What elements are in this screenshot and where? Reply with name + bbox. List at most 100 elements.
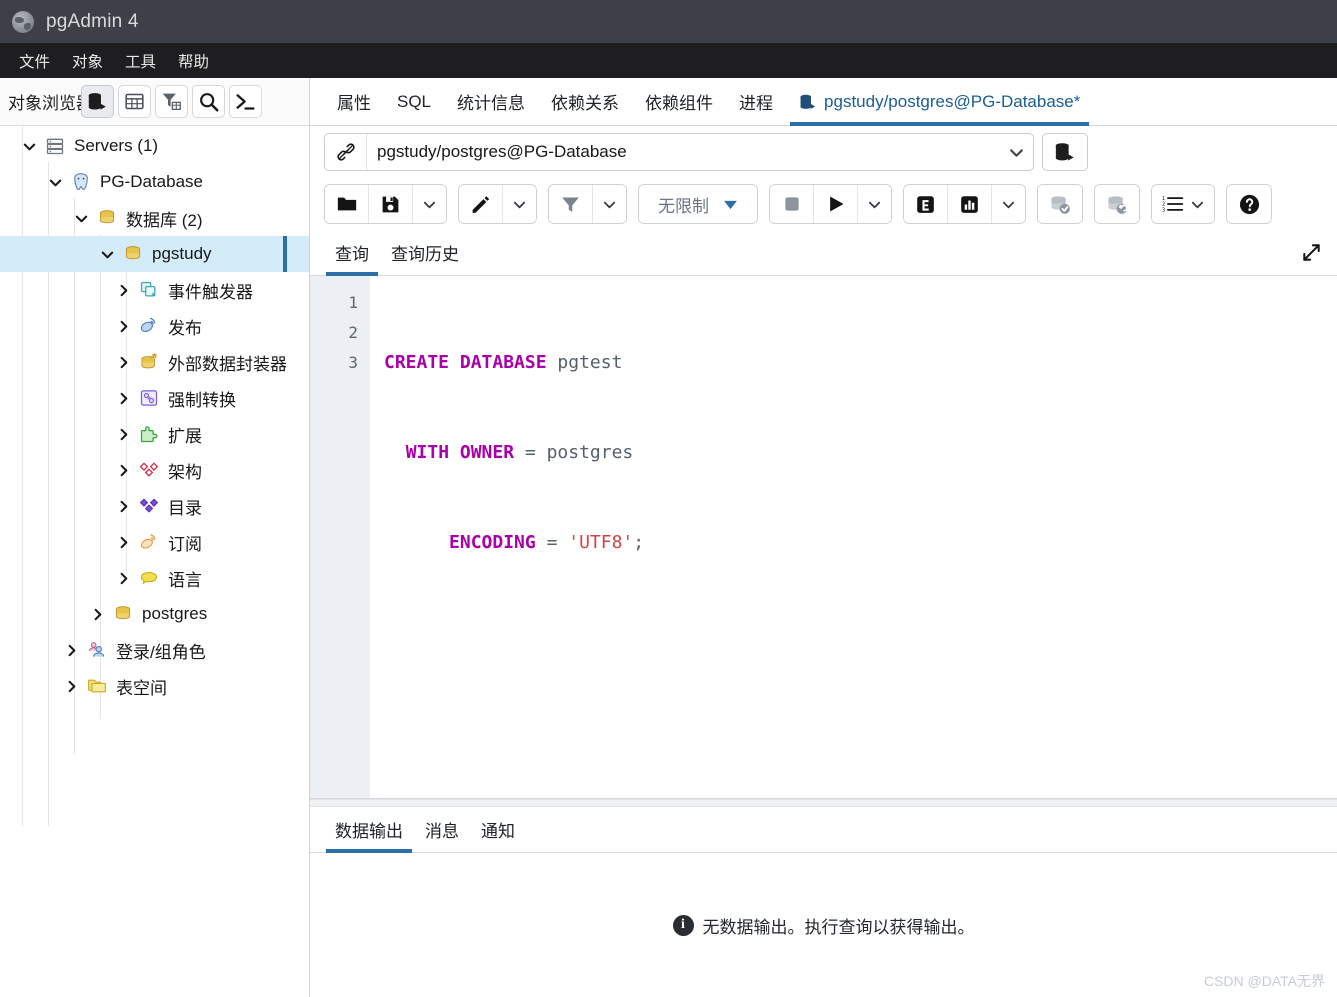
tab-label: 查询历史 [391, 240, 459, 265]
chevron-right-icon[interactable] [110, 319, 136, 334]
tree-item-databases[interactable]: 数据库 (2) [0, 200, 309, 236]
login-roles-icon [84, 640, 110, 660]
tree-item-event-triggers[interactable]: 事件触发器 [0, 272, 309, 308]
menu-file[interactable]: 文件 [10, 46, 59, 76]
tree-item-catalogs[interactable]: 目录 [0, 488, 309, 524]
chevron-down-icon[interactable] [94, 247, 120, 262]
macros-group: 1 2 3 [1151, 184, 1215, 224]
filter-menu-button[interactable] [593, 185, 626, 223]
help-button[interactable] [1227, 185, 1271, 223]
code-line: CREATE DATABASE pgtest [384, 348, 1337, 378]
sql-identifier: pgtest [557, 352, 622, 373]
chevron-right-icon[interactable] [110, 571, 136, 586]
tab-label: 查询 [335, 240, 369, 265]
tab-notifications[interactable]: 通知 [470, 807, 526, 852]
tab-data-output[interactable]: 数据输出 [324, 807, 414, 852]
sql-editor[interactable]: 1 2 3 CREATE DATABASE pgtest WITH OWNER … [310, 276, 1337, 799]
rollback-group [1094, 184, 1140, 224]
tab-statistics[interactable]: 统计信息 [444, 78, 538, 125]
tree-label: 订阅 [162, 530, 202, 555]
stop-button[interactable] [770, 185, 814, 223]
edit-button[interactable] [459, 185, 503, 223]
chevron-right-icon[interactable] [110, 463, 136, 478]
psql-terminal-icon[interactable] [229, 85, 262, 118]
servers-icon [42, 136, 68, 156]
tab-properties[interactable]: 属性 [324, 78, 384, 125]
workspace: 对象浏览器 [0, 78, 1337, 997]
watermark: CSDN @DATA无界 [1204, 971, 1325, 991]
chevron-right-icon[interactable] [58, 679, 84, 694]
chevron-right-icon[interactable] [110, 355, 136, 370]
tree-label: 目录 [162, 494, 202, 519]
tree-item-languages[interactable]: 语言 [0, 560, 309, 596]
explain-button[interactable] [904, 185, 948, 223]
tree-item-subscriptions[interactable]: 订阅 [0, 524, 309, 560]
line-number: 1 [310, 288, 358, 318]
row-limit-dropdown[interactable]: 无限制 [639, 185, 757, 223]
tree-item-login-roles[interactable]: 登录/组角色 [0, 632, 309, 668]
macros-button[interactable]: 1 2 3 [1152, 185, 1214, 223]
rollback-button[interactable] [1095, 185, 1139, 223]
connection-dropdown[interactable]: pgstudy/postgres@PG-Database [324, 133, 1034, 171]
chevron-right-icon[interactable] [110, 535, 136, 550]
tab-query[interactable]: 查询 [324, 230, 380, 275]
chevron-down-icon[interactable] [42, 175, 68, 190]
panel-splitter[interactable] [310, 799, 1337, 807]
tree-item-schemas[interactable]: 架构 [0, 452, 309, 488]
tree-item-servers[interactable]: Servers (1) [0, 128, 309, 164]
commit-button[interactable] [1038, 185, 1082, 223]
line-number: 3 [310, 348, 358, 378]
tab-dependencies[interactable]: 依赖关系 [538, 78, 632, 125]
chevron-right-icon[interactable] [58, 643, 84, 658]
save-file-button[interactable] [369, 185, 413, 223]
tree-item-pg-database[interactable]: PG-Database [0, 164, 309, 200]
menu-help[interactable]: 帮助 [169, 46, 218, 76]
tab-sql[interactable]: SQL [384, 78, 444, 125]
open-file-button[interactable] [325, 185, 369, 223]
expand-diagonal-icon[interactable] [1285, 230, 1337, 275]
search-icon[interactable] [192, 85, 225, 118]
chevron-right-icon[interactable] [110, 499, 136, 514]
tree-item-extensions[interactable]: 扩展 [0, 416, 309, 452]
sql-semicolon: ; [633, 532, 644, 553]
empty-output-message: i 无数据输出。执行查询以获得输出。 [673, 913, 975, 938]
tree-item-tablespaces[interactable]: 表空间 [0, 668, 309, 704]
explain-menu-button[interactable] [992, 185, 1025, 223]
menu-object[interactable]: 对象 [63, 46, 112, 76]
chevron-right-icon[interactable] [110, 391, 136, 406]
chevron-down-icon[interactable] [68, 211, 94, 226]
execute-menu-button[interactable] [858, 185, 891, 223]
execute-button[interactable] [814, 185, 858, 223]
tree-item-publications[interactable]: 发布 [0, 308, 309, 344]
tree-item-foreign-data-wrappers[interactable]: 外部数据封装器 [0, 344, 309, 380]
chevron-down-icon[interactable] [999, 144, 1033, 161]
tab-dependents[interactable]: 依赖组件 [632, 78, 726, 125]
tab-query-tool[interactable]: pgstudy/postgres@PG-Database* [786, 78, 1093, 125]
tab-query-history[interactable]: 查询历史 [380, 230, 470, 275]
edit-menu-button[interactable] [503, 185, 536, 223]
connection-value: pgstudy/postgres@PG-Database [367, 142, 999, 162]
object-tree[interactable]: Servers (1) PG-Database [0, 126, 309, 997]
sql-operator: = [536, 532, 569, 553]
tree-item-postgres[interactable]: postgres [0, 596, 309, 632]
tree-label: 外部数据封装器 [162, 350, 287, 375]
view-data-icon[interactable] [118, 85, 151, 118]
tab-processes[interactable]: 进程 [726, 78, 786, 125]
tree-label: 事件触发器 [162, 278, 253, 303]
chevron-right-icon[interactable] [110, 283, 136, 298]
chevron-right-icon[interactable] [110, 427, 136, 442]
new-connection-icon[interactable] [1042, 133, 1088, 171]
explain-analyze-button[interactable] [948, 185, 992, 223]
tab-messages[interactable]: 消息 [414, 807, 470, 852]
tree-item-pgstudy[interactable]: pgstudy [0, 236, 309, 272]
chevron-down-icon[interactable] [16, 139, 42, 154]
query-tool-icon[interactable] [81, 85, 114, 118]
filtered-rows-icon[interactable] [155, 85, 188, 118]
save-menu-button[interactable] [413, 185, 446, 223]
chevron-right-icon[interactable] [84, 607, 110, 622]
query-tool-icon [799, 93, 817, 111]
tree-item-casts[interactable]: 强制转换 [0, 380, 309, 416]
filter-button[interactable] [549, 185, 593, 223]
menu-tools[interactable]: 工具 [116, 46, 165, 76]
sql-code-area[interactable]: CREATE DATABASE pgtest WITH OWNER = post… [370, 276, 1337, 798]
